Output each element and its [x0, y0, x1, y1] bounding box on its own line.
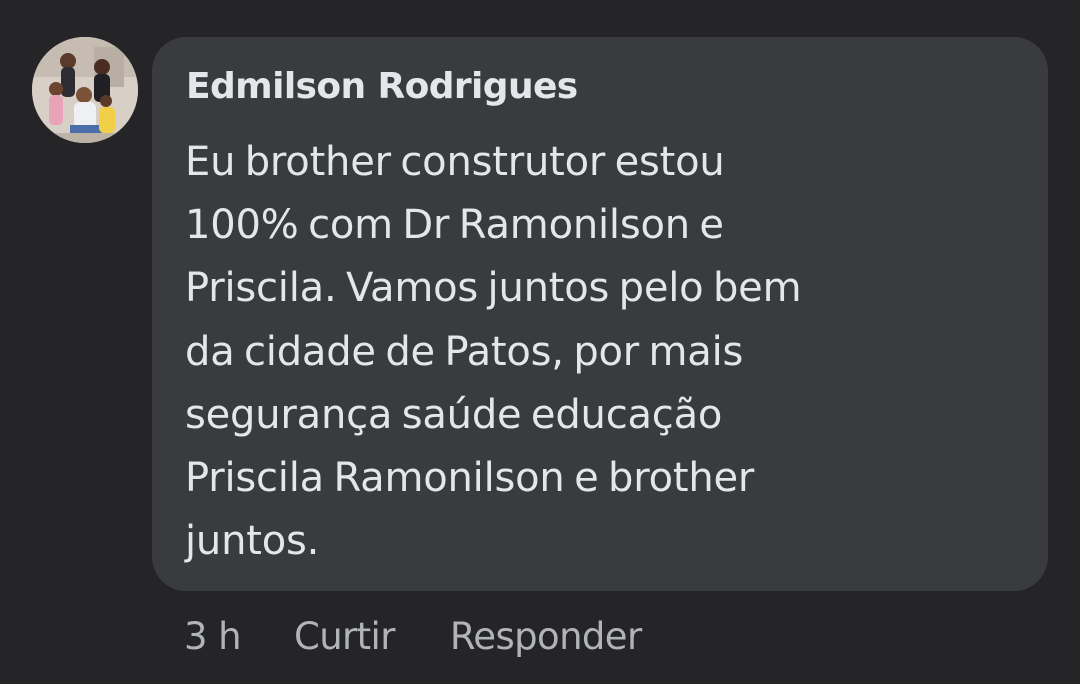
profile-photo-avatar-icon — [32, 37, 138, 143]
comment: Edmilson Rodrigues Eu brother construtor… — [0, 0, 1080, 684]
comment-actions: 3 h Curtir Responder — [184, 611, 642, 661]
avatar[interactable] — [32, 37, 138, 143]
comment-author-name[interactable]: Edmilson Rodrigues — [186, 63, 578, 111]
like-button[interactable]: Curtir — [294, 615, 396, 658]
comment-bubble: Edmilson Rodrigues Eu brother construtor… — [152, 37, 1048, 591]
reply-button[interactable]: Responder — [450, 615, 642, 658]
comment-timestamp[interactable]: 3 h — [184, 615, 242, 658]
comment-text: Eu brother construtor estou 100% com Dr … — [185, 139, 802, 565]
